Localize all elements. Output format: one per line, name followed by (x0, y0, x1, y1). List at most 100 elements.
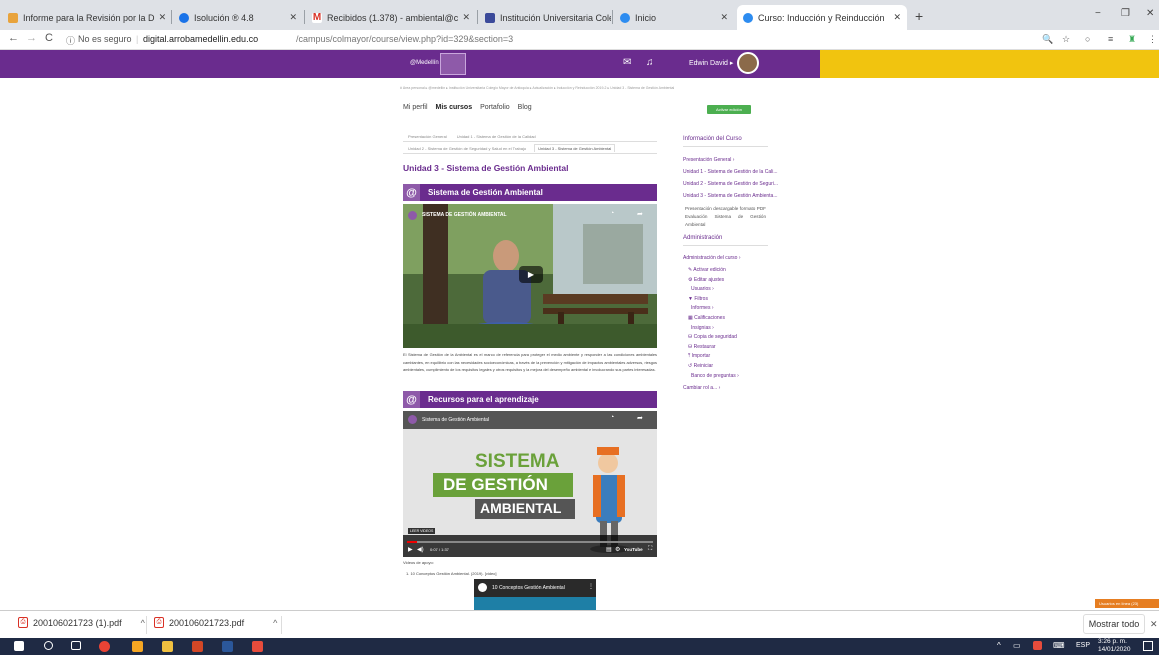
reload-icon[interactable]: C (45, 32, 53, 44)
clock[interactable]: 3:26 p. m. 14/01/2020 (1098, 638, 1131, 654)
star-icon[interactable]: ☆ (1062, 34, 1070, 45)
url-host[interactable]: digital.arrobamedellin.edu.co (143, 34, 258, 44)
admin-editar-ajustes[interactable]: ⚙ Editar ajustes (683, 277, 768, 283)
close-icon[interactable]: ✕ (716, 12, 728, 23)
url-path[interactable]: /campus/colmayor/course/view.php?id=329&… (296, 34, 513, 44)
back-icon[interactable]: ← (8, 32, 19, 44)
admin-informes[interactable]: Informes › (683, 305, 768, 311)
keyboard-icon[interactable]: ⌨ (1053, 641, 1065, 650)
change-role-link[interactable]: Cambiar rol a... › (683, 385, 768, 391)
video-list-item[interactable]: 1. 10 Conceptos Gestión Ambiental. (2019… (406, 571, 497, 576)
tab-unidad-3-active[interactable]: Unidad 3 - Sistema de Gestión Ambiental (534, 144, 616, 152)
video-player-2[interactable]: Sistema de Gestión Ambiental ◔ ➦ SISTEMA… (403, 411, 657, 557)
tab-inicio[interactable]: Inicio ✕ (614, 5, 734, 30)
user-menu[interactable]: Edwin David ▸ (689, 59, 733, 67)
chevron-up-icon[interactable]: ^ (273, 618, 277, 628)
bell-icon[interactable]: ♫ (646, 57, 654, 68)
play-icon[interactable]: ▶ (519, 266, 543, 283)
forward-icon[interactable]: → (26, 32, 37, 44)
download-item-1[interactable]: ⎙ 200106021723 (1).pdf ^ (18, 617, 145, 628)
tab-presentacion[interactable]: Presentación General (408, 134, 447, 139)
maximize-button[interactable]: ❐ (1121, 8, 1130, 19)
tab-unidad-1[interactable]: Unidad 1 - Sistema de Gestión de la Cali… (457, 134, 536, 139)
tray-chevron-icon[interactable]: ^ (997, 641, 1001, 650)
share-icon[interactable]: ➦ (637, 414, 643, 422)
extension-person-icon[interactable]: ♜ (1128, 34, 1136, 45)
admin-calificaciones[interactable]: ▦ Calificaciones (683, 315, 768, 321)
new-tab-button[interactable]: + (915, 8, 923, 24)
chevron-up-icon[interactable]: ^ (141, 618, 145, 628)
admin-copia-seguridad[interactable]: ⛁ Copia de seguridad (683, 334, 768, 340)
admin-restaurar[interactable]: ⛁ Restaurar (683, 344, 768, 350)
extension-icon[interactable]: ○ (1085, 34, 1090, 44)
admin-usuarios[interactable]: Usuarios › (683, 286, 768, 292)
nav-mis-cursos[interactable]: Mis cursos (436, 104, 473, 111)
tab-curso-active[interactable]: Curso: Inducción y Reinducción ✕ (737, 5, 907, 30)
info-link-presentacion[interactable]: Presentación General › (683, 157, 768, 163)
logo-medellin[interactable]: @Medellín (410, 60, 439, 66)
captions-icon[interactable]: ▤ (606, 546, 612, 553)
show-all-button[interactable]: Mostrar todo (1083, 614, 1145, 634)
tab-unidad-2[interactable]: Unidad 2 - Sistema de Gestión de Segurid… (408, 146, 526, 151)
tab-institucion[interactable]: Institución Universitaria Colegio ✕ (479, 5, 611, 30)
task-view-icon[interactable] (71, 641, 81, 650)
close-icon[interactable]: ✕ (155, 12, 167, 23)
video-player-1[interactable]: SISTEMA DE GESTIÓN AMBIENTAL ◔ ➦ ▶ (403, 204, 657, 348)
admin-activar-edicion[interactable]: ✎ Activar edición (683, 267, 768, 273)
breadcrumb[interactable]: # Área personal ▸ @medellín ▸ Institució… (400, 86, 760, 90)
admin-importar[interactable]: ⤒ Importar (683, 353, 768, 359)
settings-icon[interactable]: ⚙ (615, 546, 620, 553)
info-link-unidad-2[interactable]: Unidad 2 - Sistema de Gestión de Seguri.… (683, 181, 778, 187)
admin-reiniciar[interactable]: ↺ Reiniciar (683, 363, 768, 369)
menu-icon[interactable]: ⋮ (1148, 34, 1157, 45)
online-users-widget[interactable]: Usuarios en línea (23) (1095, 599, 1159, 608)
fullscreen-icon[interactable]: ⛶ (648, 546, 652, 553)
institution-logo[interactable] (440, 53, 466, 75)
network-icon[interactable]: ▭ (1013, 641, 1021, 650)
windows-start-icon[interactable] (14, 641, 24, 651)
video-player-3[interactable]: 10 Conceptos Gestión Ambiental ⋮ (474, 579, 596, 610)
search-icon[interactable] (44, 641, 53, 650)
info-link-unidad-1[interactable]: Unidad 1 - Sistema de Gestión de la Cali… (683, 169, 778, 175)
tab-informe[interactable]: Informe para la Revisión por la D ✕ (2, 5, 170, 30)
edit-toggle-button[interactable]: Activar edición (707, 105, 751, 114)
more-icon[interactable]: ⋮ (588, 583, 594, 590)
powerpoint-icon[interactable] (192, 641, 203, 652)
nav-blog[interactable]: Blog (518, 104, 532, 111)
nav-portafolio[interactable]: Portafolio (480, 104, 510, 111)
close-icon[interactable]: ✕ (458, 12, 470, 23)
tab-gmail[interactable]: M Recibidos (1.378) - ambiental@c ✕ (306, 5, 476, 30)
tab-isolucion[interactable]: Isolución ® 4.8 ✕ (173, 5, 303, 30)
info-link-unidad-3[interactable]: Unidad 3 - Sistema de Gestión Ambienta..… (683, 193, 778, 199)
chrome-icon[interactable] (99, 641, 110, 652)
volume-icon[interactable]: ◀) (417, 546, 424, 553)
zoom-icon[interactable]: 🔍 (1042, 34, 1053, 45)
info-icon[interactable]: ⓘ (66, 34, 75, 47)
downloads-text[interactable]: Presentación descargable formato PDF Eva… (683, 205, 768, 229)
app-icon[interactable] (252, 641, 263, 652)
clock-icon[interactable]: ◔ (610, 210, 614, 217)
admin-filtros[interactable]: ▼ Filtros (683, 296, 768, 302)
files-icon[interactable] (162, 641, 173, 652)
nav-mi-perfil[interactable]: Mi perfil (403, 104, 428, 111)
minimize-button[interactable]: − (1095, 8, 1101, 19)
mail-icon[interactable]: ✉ (623, 57, 631, 68)
close-downloads-button[interactable]: ✕ (1150, 619, 1158, 630)
language-indicator[interactable]: ESP (1076, 642, 1090, 649)
close-window-button[interactable]: ✕ (1146, 8, 1154, 19)
youtube-icon[interactable]: YouTube (624, 547, 643, 552)
admin-banco-preguntas[interactable]: Banco de preguntas › (683, 373, 768, 379)
word-icon[interactable] (222, 641, 233, 652)
close-icon[interactable]: ✕ (889, 12, 901, 23)
play-icon[interactable]: ▶ (408, 546, 413, 553)
download-item-2[interactable]: ⎙ 200106021723.pdf ^ (154, 617, 277, 628)
share-icon[interactable]: ➦ (637, 210, 643, 218)
close-icon[interactable]: ✕ (285, 12, 297, 23)
reading-list-icon[interactable]: ≡ (1108, 34, 1113, 44)
explorer-icon[interactable] (132, 641, 143, 652)
admin-insignias[interactable]: Insignias › (683, 325, 768, 331)
clock-icon[interactable]: ◔ (610, 414, 614, 421)
notifications-icon[interactable] (1143, 641, 1153, 651)
tray-app-icon[interactable] (1033, 641, 1042, 650)
avatar[interactable] (737, 52, 759, 74)
